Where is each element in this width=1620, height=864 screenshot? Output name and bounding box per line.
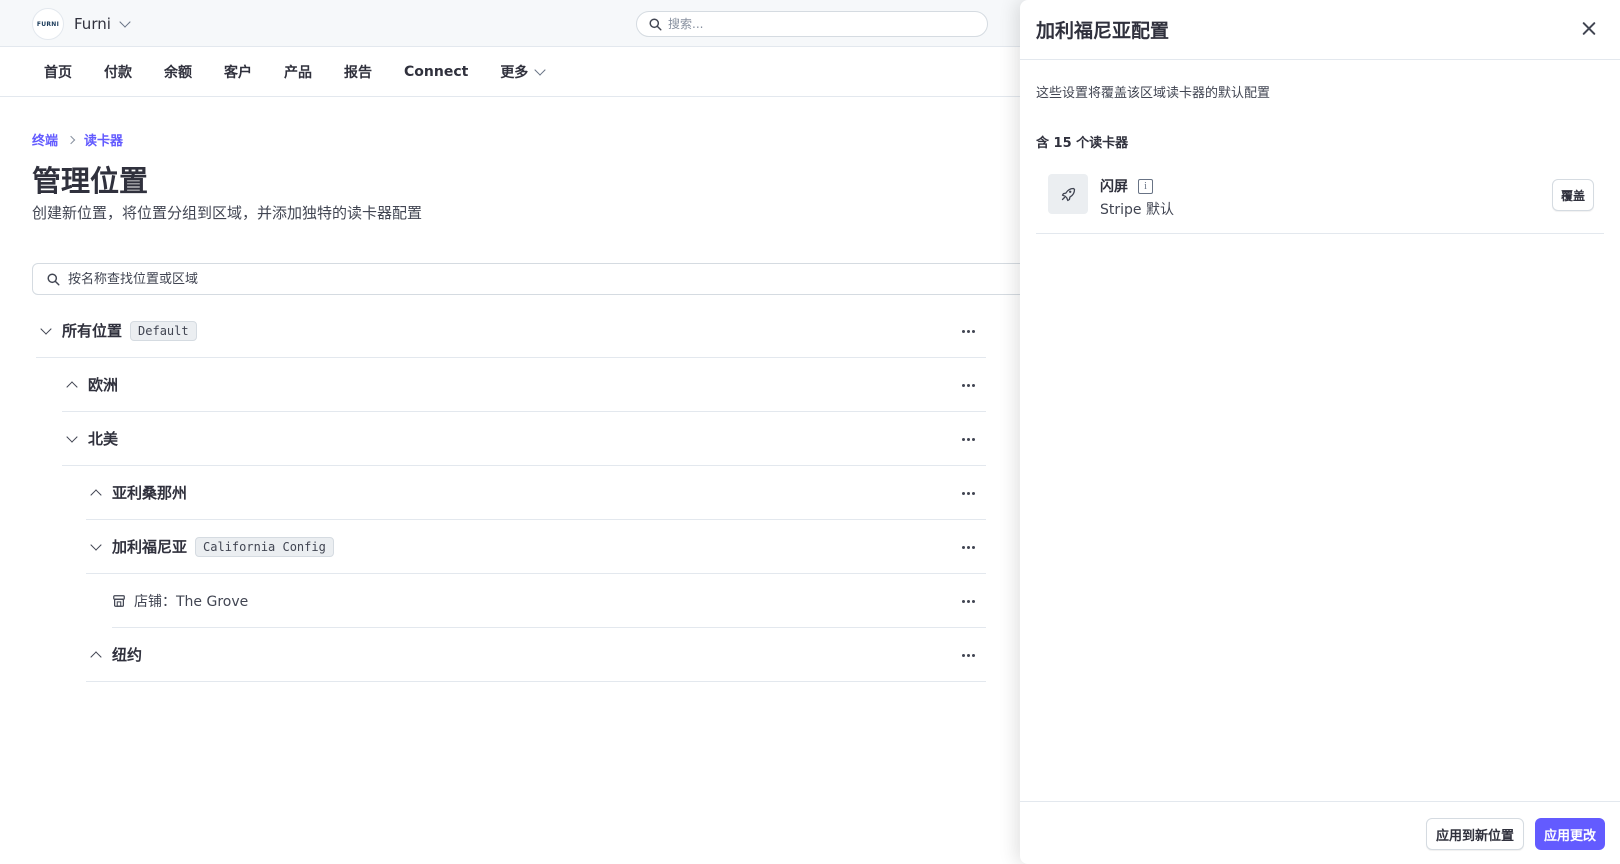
- nav-item-reports[interactable]: 报告: [344, 62, 372, 82]
- nav-item-connect[interactable]: Connect: [404, 64, 468, 80]
- override-button[interactable]: 覆盖: [1551, 179, 1594, 211]
- more-options-icon[interactable]: [958, 429, 978, 449]
- nav-item-customers[interactable]: 客户: [224, 62, 252, 82]
- breadcrumb-readers[interactable]: 读卡器: [84, 130, 123, 149]
- config-badge: Default: [130, 320, 197, 341]
- tree-row-all-locations[interactable]: 所有位置 Default: [36, 304, 986, 358]
- panel-footer: 应用到新位置 应用更改: [1020, 801, 1620, 864]
- tree-row-north-america[interactable]: 北美: [62, 412, 986, 466]
- chevron-down-icon: [40, 322, 52, 335]
- breadcrumb: 终端 读卡器: [32, 130, 123, 149]
- tree-row-label: 纽约: [112, 646, 143, 664]
- more-options-icon[interactable]: [958, 483, 978, 503]
- tree-row-arizona[interactable]: 亚利桑那州: [86, 466, 986, 520]
- reader-count: 含 15 个读卡器: [1036, 136, 1129, 151]
- config-side-panel: 加利福尼亚配置 这些设置将覆盖该区域读卡器的默认配置 含 15 个读卡器 闪屏 …: [1020, 0, 1620, 864]
- tree-row-label: 亚利桑那州: [112, 484, 188, 502]
- nav-item-products[interactable]: 产品: [284, 62, 312, 82]
- search-icon: [47, 272, 60, 286]
- chevron-right-icon: [66, 135, 76, 144]
- app-root: FURNI Furni 首页 付款 余额 客户 产品 报告 Connect 更多…: [0, 0, 1620, 864]
- chevron-up-icon: [90, 488, 102, 501]
- more-options-icon[interactable]: [958, 321, 978, 341]
- chevron-down-icon: [534, 63, 546, 76]
- apply-changes-button[interactable]: 应用更改: [1534, 818, 1605, 850]
- search-icon: [649, 17, 662, 31]
- tree-row-label: 欧洲: [88, 376, 119, 394]
- more-options-icon[interactable]: [958, 645, 978, 665]
- expand-toggle[interactable]: [86, 645, 106, 665]
- location-search[interactable]: [32, 263, 1032, 295]
- location-search-input[interactable]: [68, 271, 968, 287]
- tree-row-europe[interactable]: 欧洲: [62, 358, 986, 412]
- more-options-icon[interactable]: [958, 375, 978, 395]
- chevron-up-icon: [66, 380, 78, 393]
- setting-name: 闪屏: [1100, 179, 1128, 195]
- config-badge: California Config: [195, 536, 334, 557]
- account-name: Furni: [74, 15, 111, 33]
- more-options-icon[interactable]: [958, 537, 978, 557]
- store-icon: [113, 594, 125, 607]
- more-options-icon[interactable]: [958, 591, 978, 611]
- page-title: 管理位置: [32, 164, 149, 198]
- nav-item-more[interactable]: 更多: [500, 62, 546, 82]
- collapse-toggle[interactable]: [86, 537, 106, 557]
- setting-splash-screen: 闪屏 i Stripe 默认 覆盖: [1036, 164, 1604, 234]
- nav-item-home[interactable]: 首页: [44, 62, 72, 82]
- expand-toggle[interactable]: [62, 375, 82, 395]
- panel-description: 这些设置将覆盖该区域读卡器的默认配置: [1036, 86, 1271, 101]
- setting-value: Stripe 默认: [1100, 202, 1174, 218]
- setting-name-row: 闪屏 i: [1100, 176, 1153, 196]
- collapse-toggle[interactable]: [36, 321, 56, 341]
- chevron-down-icon: [66, 430, 78, 443]
- nav-item-balances[interactable]: 余额: [164, 62, 192, 82]
- account-switcher[interactable]: FURNI Furni: [32, 8, 131, 40]
- account-logo: FURNI: [32, 8, 64, 40]
- close-icon[interactable]: [1578, 18, 1600, 40]
- tree-row-store-the-grove[interactable]: 店铺：The Grove: [112, 574, 986, 628]
- chevron-down-icon: [119, 16, 131, 28]
- breadcrumb-terminal[interactable]: 终端: [32, 130, 58, 149]
- global-search[interactable]: [636, 11, 988, 37]
- tree-row-california[interactable]: 加利福尼亚 California Config: [86, 520, 986, 574]
- nav-item-payments[interactable]: 付款: [104, 62, 132, 82]
- info-icon[interactable]: i: [1138, 178, 1153, 194]
- global-search-input[interactable]: [668, 17, 968, 31]
- apply-to-new-location-button[interactable]: 应用到新位置: [1425, 818, 1524, 850]
- nav-item-more-label: 更多: [500, 64, 529, 81]
- tree-row-label: 店铺：The Grove: [134, 593, 249, 610]
- tree-row-label: 加利福尼亚: [112, 538, 188, 556]
- page-subtitle: 创建新位置，将位置分组到区域，并添加独特的读卡器配置: [32, 204, 423, 222]
- chevron-up-icon: [90, 650, 102, 663]
- expand-toggle[interactable]: [86, 483, 106, 503]
- tree-row-new-york[interactable]: 纽约: [86, 628, 986, 682]
- panel-header: 加利福尼亚配置: [1020, 0, 1620, 60]
- panel-title: 加利福尼亚配置: [1036, 20, 1170, 42]
- collapse-toggle[interactable]: [62, 429, 82, 449]
- rocket-icon: [1048, 174, 1088, 214]
- tree-row-label: 所有位置: [62, 322, 123, 340]
- chevron-down-icon: [90, 538, 102, 551]
- tree-row-label: 北美: [88, 430, 119, 448]
